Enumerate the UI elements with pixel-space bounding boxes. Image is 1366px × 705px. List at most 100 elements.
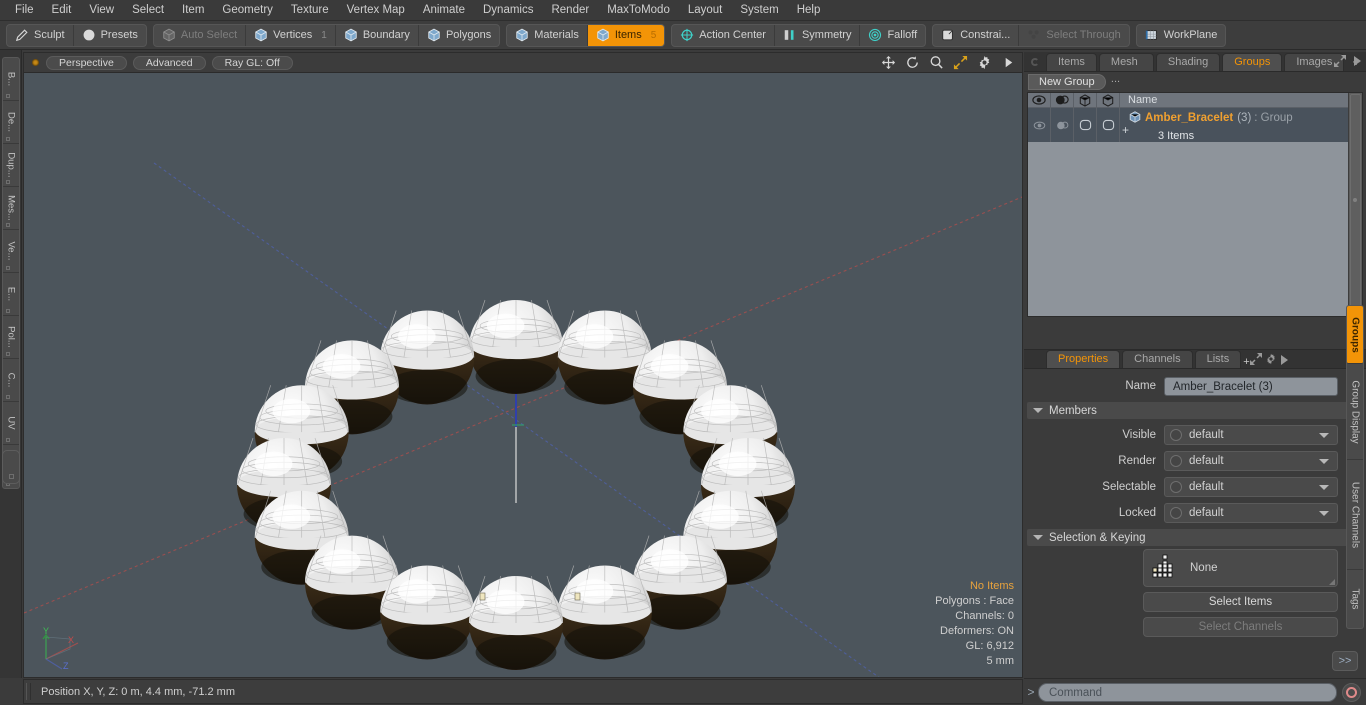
select-channels-button[interactable]: Select Channels (1143, 617, 1338, 637)
gear-icon[interactable] (977, 55, 992, 70)
rotate-icon[interactable] (905, 55, 920, 70)
play-icon[interactable] (1001, 55, 1016, 70)
bracelet-bead[interactable] (469, 575, 563, 670)
left-tab-de[interactable]: De... (3, 101, 19, 144)
viewport-button-perspective[interactable]: Perspective (46, 55, 127, 70)
visible-dropdown[interactable]: default (1164, 425, 1338, 445)
name-field[interactable]: Amber_Bracelet (3) (1164, 376, 1338, 396)
toolbar-button-boundary[interactable]: Boundary (336, 24, 419, 46)
group-list-empty-area[interactable] (1028, 142, 1362, 316)
menu-item-item[interactable]: Item (173, 0, 213, 21)
tab-lists[interactable]: Lists (1194, 350, 1242, 368)
toolbar-button-falloff[interactable]: Falloff (860, 25, 925, 46)
row-visible-toggle[interactable] (1074, 108, 1097, 142)
properties-play-icon[interactable] (1280, 355, 1289, 368)
menu-item-vertex-map[interactable]: Vertex Map (338, 0, 414, 21)
properties-popout-icon[interactable] (1249, 353, 1265, 368)
toolbar-button-select-through[interactable]: Select Through (1019, 25, 1128, 46)
row-expander[interactable]: + (1122, 123, 1129, 137)
menu-item-geometry[interactable]: Geometry (213, 0, 282, 21)
left-tab-b[interactable]: B... (3, 58, 19, 101)
right-tab-groups[interactable]: Groups (1347, 306, 1363, 364)
menu-item-file[interactable]: File (6, 0, 43, 21)
viewport-indicator-dot[interactable] (32, 59, 39, 66)
left-tab-pol[interactable]: Pol... (3, 316, 19, 359)
left-tab-uv[interactable]: UV (3, 402, 19, 445)
properties-gear-icon[interactable] (1265, 353, 1280, 368)
tab-properties[interactable]: Properties (1046, 350, 1121, 368)
menu-item-select[interactable]: Select (123, 0, 173, 21)
viewport-button-raygl[interactable]: Ray GL: Off (211, 55, 293, 70)
toolbar-button-action-center[interactable]: Action Center (672, 24, 775, 46)
left-tab-e[interactable]: E... (3, 273, 19, 316)
locked-orb-icon[interactable] (1170, 507, 1182, 519)
table-row[interactable]: + Amber_Bracelet (3): Group 3 Items (1028, 108, 1362, 142)
zoom-icon[interactable] (929, 55, 944, 70)
row-render-icon[interactable] (1051, 108, 1074, 142)
expand-properties-button[interactable]: >> (1332, 651, 1358, 671)
bracelet-bead[interactable] (380, 565, 475, 660)
3d-viewport[interactable]: Perspective Advanced Ray GL: Off No Item… (23, 52, 1023, 678)
left-tool-extra-block[interactable] (2, 450, 20, 484)
tab-items[interactable]: Items (1046, 53, 1097, 71)
command-input[interactable]: Command (1038, 682, 1337, 702)
left-tab-mes[interactable]: Mes... (3, 187, 19, 230)
move-icon[interactable] (881, 55, 896, 70)
toolbar-button-symmetry[interactable]: Symmetry (775, 24, 861, 46)
menu-item-render[interactable]: Render (542, 0, 598, 21)
group-list[interactable]: Name + Amber_Bracelet (3): Group 3 Item… (1027, 92, 1363, 317)
column-cube-outline-icon[interactable] (1074, 93, 1097, 107)
toolbar-button-items[interactable]: Items 5 (587, 24, 665, 46)
toolbar-button-materials[interactable]: Materials (507, 24, 588, 46)
column-render-icon[interactable] (1051, 93, 1074, 107)
right-tab-user-channels[interactable]: User Channels (1347, 460, 1363, 570)
status-bar-grip[interactable] (26, 683, 31, 700)
selection-picker[interactable]: None (1143, 549, 1338, 587)
selection-handle[interactable] (574, 592, 581, 601)
render-orb-icon[interactable] (1170, 455, 1182, 467)
visible-orb-icon[interactable] (1170, 429, 1182, 441)
toolbar-button-sculpt[interactable]: Sculpt (7, 24, 74, 46)
menu-item-layout[interactable]: Layout (679, 0, 732, 21)
viewport-canvas[interactable]: No Items Polygons : Face Channels: 0 Def… (24, 73, 1022, 677)
tab-mesh[interactable]: Mesh ... (1098, 53, 1154, 85)
tab-channels[interactable]: Channels (1122, 350, 1193, 368)
column-cube-wire-icon[interactable] (1097, 93, 1120, 107)
menu-item-dynamics[interactable]: Dynamics (474, 0, 542, 21)
new-group-button[interactable]: New Group (1028, 74, 1106, 90)
row-wire-toggle[interactable] (1097, 108, 1120, 142)
menu-item-help[interactable]: Help (788, 0, 830, 21)
column-eye-icon[interactable] (1028, 93, 1051, 107)
toolbar-button-constrai[interactable]: Constrai... (933, 24, 1020, 46)
menu-item-animate[interactable]: Animate (414, 0, 474, 21)
panel-menu-dot-icon[interactable] (1031, 58, 1039, 66)
section-selection-keying[interactable]: Selection & Keying (1027, 529, 1361, 546)
right-tab-group-display[interactable]: Group Display (1347, 364, 1363, 460)
toolbar-button-polygons[interactable]: Polygons (419, 25, 499, 46)
popout-icon[interactable] (1334, 55, 1346, 70)
left-tab-c[interactable]: C... (3, 359, 19, 402)
toolbar-button-workplane[interactable]: WorkPlane (1137, 25, 1226, 46)
menu-item-texture[interactable]: Texture (282, 0, 338, 21)
tab-groups[interactable]: Groups (1222, 53, 1283, 71)
bracelet-bead[interactable] (469, 299, 563, 394)
group-list-scrollbar[interactable] (1348, 93, 1362, 317)
row-eye-icon[interactable] (1028, 108, 1051, 142)
selectable-orb-icon[interactable] (1170, 481, 1182, 493)
section-members[interactable]: Members (1027, 402, 1361, 419)
selectable-dropdown[interactable]: default (1164, 477, 1338, 497)
menu-item-view[interactable]: View (80, 0, 123, 21)
panel-play-icon[interactable] (1353, 56, 1362, 69)
left-tab-dup[interactable]: Dup... (3, 144, 19, 187)
toolbar-button-presets[interactable]: Presets (74, 25, 146, 46)
bracelet-bead[interactable] (557, 565, 652, 660)
selection-handle[interactable] (479, 592, 486, 601)
toolbar-button-vertices[interactable]: Vertices 1 (246, 24, 336, 46)
fit-icon[interactable] (953, 55, 968, 70)
menu-item-system[interactable]: System (731, 0, 787, 21)
tab-shading[interactable]: Shading (1155, 53, 1221, 71)
viewport-button-advanced[interactable]: Advanced (132, 55, 206, 70)
locked-dropdown[interactable]: default (1164, 503, 1338, 523)
select-items-button[interactable]: Select Items (1143, 592, 1338, 612)
scrollbar-knob[interactable] (1350, 94, 1361, 317)
